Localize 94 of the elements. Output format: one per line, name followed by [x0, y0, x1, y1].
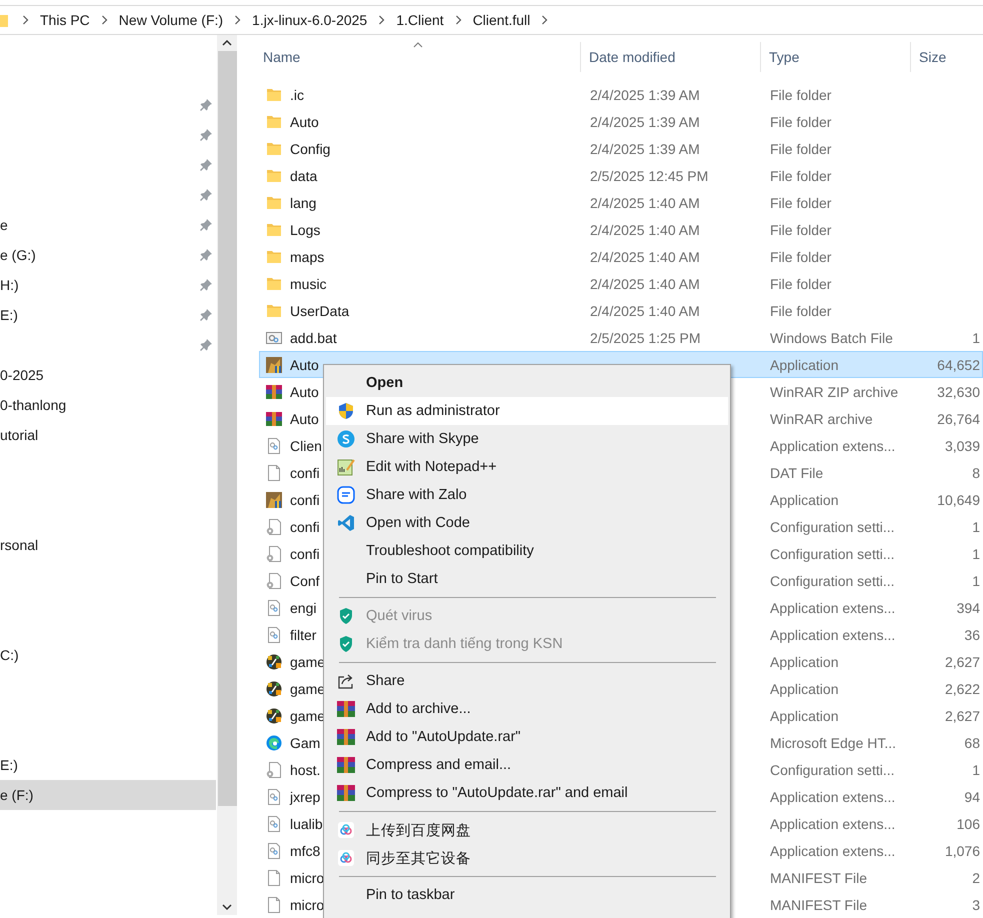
file-name: micro — [290, 896, 324, 912]
file-name: Conf — [290, 572, 320, 588]
file-size: 2,622 — [944, 680, 980, 696]
file-name: Auto — [290, 356, 319, 372]
file-name: confi — [290, 546, 320, 562]
file-name: confi — [290, 492, 320, 508]
date-modified: 2/4/2025 1:39 AM — [590, 114, 700, 130]
file-name: Clien — [290, 438, 322, 454]
file-size: 36 — [964, 626, 980, 642]
file-name: confi — [290, 464, 320, 480]
file-type: WinRAR archive — [770, 410, 873, 426]
file-name: game — [290, 654, 326, 670]
file-type: File folder — [770, 140, 832, 156]
file-name: Auto — [290, 384, 319, 400]
file-type: Application extens... — [770, 438, 896, 454]
file-type: Application extens... — [770, 600, 896, 616]
date-modified: 2/4/2025 1:40 AM — [590, 276, 700, 292]
file-type: Windows Batch File — [770, 330, 893, 346]
file-type: Application extens... — [770, 788, 896, 804]
file-type: Microsoft Edge HT... — [770, 734, 896, 750]
date-modified: 2/4/2025 1:40 AM — [590, 248, 700, 264]
file-type: Application extens... — [770, 842, 896, 858]
file-size: 394 — [956, 600, 980, 616]
file-size: 64,652 — [937, 356, 980, 372]
file-type: Application — [770, 654, 838, 670]
file-size: 2 — [972, 870, 980, 886]
file-type: Configuration setti... — [770, 762, 895, 778]
file-name: add.bat — [290, 330, 337, 346]
file-type: Application extens... — [770, 626, 896, 642]
date-modified: 2/4/2025 1:39 AM — [590, 86, 700, 102]
file-type: Application — [770, 680, 838, 696]
file-name: game — [290, 708, 326, 724]
file-name: filter — [290, 626, 316, 642]
file-type: File folder — [770, 222, 832, 238]
file-name: lualib — [290, 816, 323, 832]
file-size: 3,039 — [944, 438, 980, 454]
file-type: WinRAR ZIP archive — [770, 384, 898, 400]
file-size: 8 — [972, 464, 980, 480]
file-type: Application — [770, 356, 838, 372]
file-name: UserData — [290, 302, 350, 318]
file-type: MANIFEST File — [770, 896, 867, 912]
file-size: 1 — [972, 330, 980, 346]
file-size: 26,764 — [937, 410, 980, 426]
file-type: File folder — [770, 248, 832, 264]
file-name: Auto — [290, 114, 319, 130]
file-size: 1 — [972, 546, 980, 562]
file-size: 94 — [964, 788, 980, 804]
file-size: 2,627 — [944, 708, 980, 724]
date-modified: 2/5/2025 12:45 PM — [590, 168, 708, 184]
file-name: data — [290, 168, 318, 184]
file-name: engi — [290, 600, 316, 616]
file-type: File folder — [770, 86, 832, 102]
file-type: MANIFEST File — [770, 870, 867, 886]
file-size: 1,076 — [944, 842, 980, 858]
file-size: 106 — [956, 816, 980, 832]
file-type: Application extens... — [770, 816, 896, 832]
file-type: Configuration setti... — [770, 572, 895, 588]
file-size: 1 — [972, 518, 980, 534]
file-type: Application — [770, 492, 838, 508]
file-name: mfc8 — [290, 842, 320, 858]
file-name: lang — [290, 194, 316, 210]
file-name: jxrep — [290, 788, 320, 804]
file-size: 3 — [972, 896, 980, 912]
file-type: Configuration setti... — [770, 546, 895, 562]
file-name: confi — [290, 518, 320, 534]
file-size: 32,630 — [937, 384, 980, 400]
file-size: 68 — [964, 734, 980, 750]
file-type: File folder — [770, 168, 832, 184]
date-modified: 2/4/2025 1:39 AM — [590, 140, 700, 156]
file-name: game — [290, 680, 326, 696]
file-name: Gam — [290, 734, 320, 750]
file-name: micro — [290, 870, 324, 886]
file-name: Auto — [290, 410, 319, 426]
file-name: music — [290, 276, 327, 292]
file-type: File folder — [770, 302, 832, 318]
file-name: maps — [290, 248, 324, 264]
file-type: File folder — [770, 276, 832, 292]
file-name: .ic — [290, 86, 304, 102]
date-modified: 2/4/2025 1:40 AM — [590, 194, 700, 210]
file-size: 1 — [972, 572, 980, 588]
file-type: Configuration setti... — [770, 518, 895, 534]
file-type: File folder — [770, 194, 832, 210]
file-size: 10,649 — [937, 492, 980, 508]
file-size: 1 — [972, 762, 980, 778]
file-name: host. — [290, 762, 320, 778]
file-type: Application — [770, 708, 838, 724]
file-type: DAT File — [770, 464, 824, 480]
file-type: File folder — [770, 114, 832, 130]
file-size: 2,627 — [944, 654, 980, 670]
date-modified: 2/4/2025 1:40 AM — [590, 222, 700, 238]
date-modified: 2/4/2025 1:40 AM — [590, 302, 700, 318]
file-name: Logs — [290, 222, 320, 238]
date-modified: 2/5/2025 1:25 PM — [590, 330, 701, 346]
file-name: Config — [290, 140, 330, 156]
